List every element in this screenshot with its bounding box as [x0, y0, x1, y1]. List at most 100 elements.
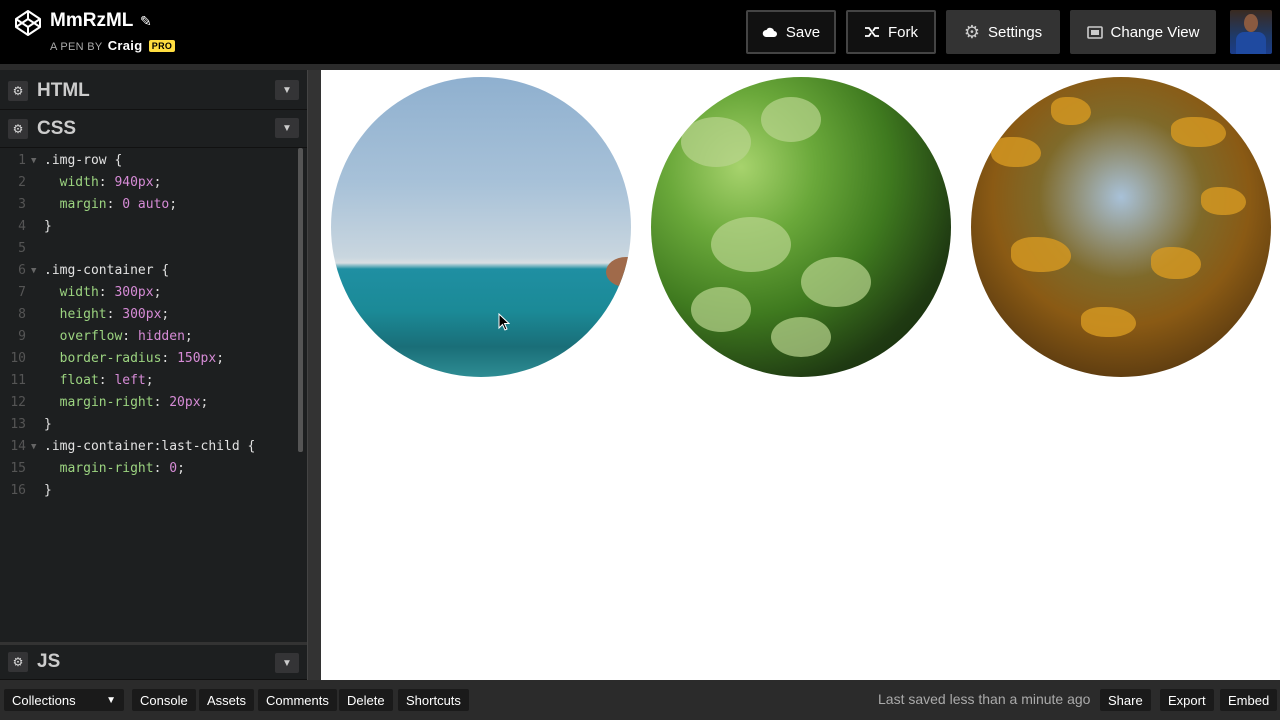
line-number: 9 — [18, 329, 26, 344]
settings-label: Settings — [987, 23, 1043, 41]
line-number: 15 — [10, 461, 26, 476]
comments-button[interactable]: Comments — [258, 689, 337, 711]
caret-down-icon: ▼ — [106, 694, 116, 706]
line-number: 11 — [10, 373, 26, 388]
assets-button[interactable]: Assets — [199, 689, 255, 711]
code-text: width: 300px; — [59, 285, 162, 300]
console-button[interactable]: Console — [132, 689, 196, 711]
delete-button[interactable]: Delete — [339, 689, 393, 711]
pencil-icon[interactable]: ✎ — [140, 13, 152, 30]
css-selector: } — [44, 417, 52, 432]
fork-label: Fork — [888, 23, 918, 41]
code-text: height: 300px; — [59, 307, 170, 322]
css-property: border-radius — [59, 351, 162, 366]
fork-button[interactable]: Fork — [846, 10, 936, 54]
code-text: } — [44, 216, 52, 238]
code-text: .img-row { — [44, 150, 122, 172]
code-text: width: 940px; — [59, 175, 162, 190]
chevron-down-icon[interactable]: ▼ — [275, 80, 299, 100]
last-saved-status: Last saved less than a minute ago — [878, 691, 1091, 707]
js-editor-header[interactable]: ⚙ JS ▼ — [0, 642, 307, 680]
pen-title[interactable]: MmRzML — [50, 10, 133, 32]
collections-label: Collections — [12, 692, 76, 708]
html-editor-label: HTML — [37, 79, 90, 101]
css-editor-header[interactable]: ⚙ CSS ▼ — [0, 110, 307, 148]
byline: A PEN BY Craig PRO — [50, 38, 176, 53]
css-selector: .img-container:last-child { — [44, 439, 256, 454]
js-settings-gear-icon[interactable]: ⚙ — [8, 652, 28, 672]
code-text: } — [44, 414, 52, 436]
settings-button[interactable]: ⚙ Settings — [946, 10, 1060, 54]
editor-column: ⚙ HTML ▼ ⚙ CSS ▼ 1 ▼ .img-row {2 width: 94… — [0, 70, 307, 680]
gear-icon: ⚙ — [963, 21, 980, 42]
css-value: left — [114, 373, 146, 388]
line-number: 3 — [18, 197, 26, 212]
code-text: overflow: hidden; — [59, 329, 193, 344]
author-link[interactable]: Craig — [108, 38, 143, 53]
css-code-editor[interactable]: 1 ▼ .img-row {2 width: 940px; 3 margin: 0 a… — [0, 148, 307, 642]
line-number: 10 — [10, 351, 26, 366]
css-property: overflow — [59, 329, 123, 344]
shortcuts-button[interactable]: Shortcuts — [398, 689, 469, 711]
css-property: height — [59, 307, 107, 322]
css-selector: .img-container { — [44, 263, 170, 278]
byline-prefix: A PEN BY — [50, 41, 103, 53]
code-text: .img-container { — [44, 260, 169, 282]
css-property: width — [59, 175, 99, 190]
cloud-icon — [762, 27, 777, 37]
fork-icon — [865, 27, 879, 37]
css-editor-label: CSS — [37, 117, 77, 139]
css-value: 0 auto — [122, 197, 170, 212]
embed-button[interactable]: Embed — [1220, 689, 1278, 711]
line-number: 1 — [18, 153, 26, 168]
css-selector: } — [44, 483, 52, 498]
share-button[interactable]: Share — [1100, 689, 1151, 711]
header: MmRzML ✎ A PEN BY Craig PRO Save Fork ⚙ … — [0, 0, 1280, 64]
avatar[interactable] — [1230, 10, 1272, 54]
css-value: 300px — [122, 307, 162, 322]
code-text: } — [44, 480, 52, 502]
codepen-logo-icon[interactable] — [14, 9, 42, 37]
css-property: margin-right — [59, 461, 154, 476]
save-button[interactable]: Save — [746, 10, 836, 54]
resize-gutter[interactable] — [307, 70, 321, 680]
css-value: 940px — [114, 175, 154, 190]
css-value: 150px — [177, 351, 217, 366]
footer-bar: Collections ▼ Console Assets Comments De… — [0, 680, 1280, 720]
code-text: float: left; — [59, 373, 154, 388]
fold-arrow-icon[interactable]: ▼ — [31, 260, 36, 282]
pro-badge: PRO — [148, 40, 176, 52]
line-number: 8 — [18, 307, 26, 322]
code-text: margin-right: 20px; — [59, 395, 209, 410]
css-settings-gear-icon[interactable]: ⚙ — [8, 118, 28, 139]
layout-icon — [1086, 25, 1103, 39]
preview-pane — [321, 70, 1280, 680]
autumn-tree-image — [971, 77, 1271, 377]
change-view-button[interactable]: Change View — [1070, 10, 1216, 54]
code-text: margin-right: 0; — [59, 461, 185, 476]
html-settings-gear-icon[interactable]: ⚙ — [8, 80, 28, 101]
css-property: float — [59, 373, 99, 388]
code-scrollbar[interactable] — [298, 148, 303, 452]
css-property: margin — [59, 197, 107, 212]
chevron-down-icon[interactable]: ▼ — [275, 653, 299, 673]
html-editor-header[interactable]: ⚙ HTML ▼ — [0, 72, 307, 110]
save-label: Save — [785, 23, 821, 41]
ocean-image — [331, 77, 631, 377]
fold-arrow-icon[interactable]: ▼ — [31, 436, 36, 458]
line-number: 13 — [10, 417, 26, 432]
css-value: hidden — [137, 329, 185, 344]
code-text: border-radius: 150px; — [59, 351, 225, 366]
code-text: .img-container:last-child { — [44, 436, 255, 458]
export-button[interactable]: Export — [1160, 689, 1214, 711]
line-number: 12 — [10, 395, 26, 410]
collections-dropdown[interactable]: Collections ▼ — [4, 689, 124, 711]
line-number: 4 — [18, 219, 26, 234]
chevron-down-icon[interactable]: ▼ — [275, 118, 299, 138]
fold-arrow-icon[interactable]: ▼ — [31, 150, 36, 172]
css-selector: } — [44, 219, 52, 234]
css-value: 20px — [169, 395, 201, 410]
css-value: 300px — [114, 285, 154, 300]
css-property: margin-right — [59, 395, 154, 410]
code-text: margin: 0 auto; — [59, 197, 178, 212]
